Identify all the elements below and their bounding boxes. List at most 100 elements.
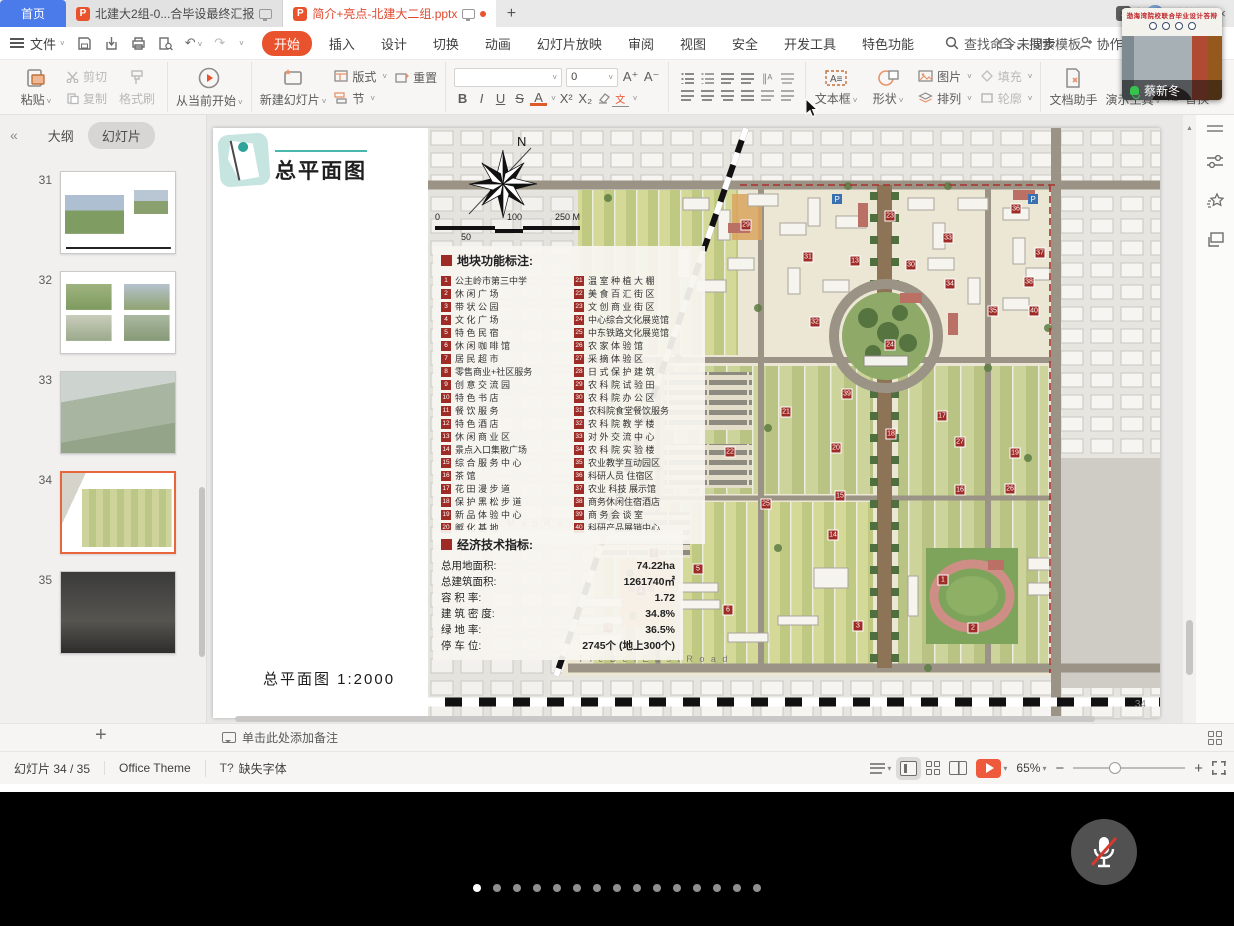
print-preview-icon[interactable] [158, 36, 173, 51]
slide-title[interactable]: 总平面图 [275, 150, 367, 185]
notes-toggle[interactable]: ▾ [870, 763, 891, 774]
tab-outline[interactable]: 大纲 [48, 126, 74, 145]
menu-item[interactable]: 切换 [420, 34, 472, 53]
line-spacing-icon[interactable] [781, 90, 794, 101]
vertical-scrollbar[interactable]: ▲ [1183, 115, 1196, 723]
collapse-panel-icon[interactable]: « [10, 127, 18, 143]
layout-button[interactable]: 版式˅ [334, 68, 387, 85]
menu-item-home[interactable]: 开始 [262, 31, 312, 56]
menu-item[interactable]: 动画 [472, 34, 524, 53]
grid-view-icon[interactable] [1208, 731, 1222, 745]
pagination-dot[interactable] [513, 884, 521, 892]
slide-preview[interactable] [60, 571, 176, 654]
normal-view-button[interactable] [900, 761, 917, 776]
document-tab-2[interactable]: P 简介+亮点-北建大二组.pptx [283, 0, 496, 27]
slideshow-button[interactable]: ▾ [976, 759, 1007, 778]
clear-format-icon[interactable] [596, 92, 610, 105]
text-box-button[interactable]: A≡ 文本框˅ [814, 68, 858, 107]
sync-status[interactable]: 未同步˅ [996, 34, 1067, 53]
menu-item[interactable]: 开发工具 [771, 34, 849, 53]
slide-preview[interactable] [60, 471, 176, 554]
horizontal-scrollbar[interactable] [213, 716, 1183, 723]
slide-preview[interactable] [60, 371, 176, 454]
bold-button[interactable]: B [454, 91, 471, 106]
subscript-button[interactable]: X₂ [577, 91, 594, 106]
shapes-button[interactable]: 形状˅ [866, 68, 910, 107]
undo-icon[interactable]: ↶˅ [185, 35, 203, 51]
properties-sliders-icon[interactable] [1206, 154, 1224, 170]
zoom-slider[interactable] [1073, 767, 1185, 769]
align-right-icon[interactable] [721, 90, 734, 101]
phonetic-guide-button[interactable]: 文 [612, 91, 629, 107]
italic-button[interactable]: I [473, 91, 490, 106]
pagination-dot[interactable] [693, 884, 701, 892]
slide-preview[interactable] [60, 171, 176, 254]
paragraph-settings-icon[interactable] [781, 73, 794, 84]
section-button[interactable]: 节˅ [334, 90, 387, 107]
pagination-dot[interactable] [493, 884, 501, 892]
increase-font-icon[interactable]: A⁺ [622, 69, 639, 85]
hamburger-icon[interactable] [10, 38, 24, 48]
slide-preview[interactable] [60, 271, 176, 354]
text-direction-icon[interactable]: ∥ᴬ [762, 72, 772, 85]
menu-item[interactable]: 设计 [368, 34, 420, 53]
drag-handle-icon[interactable] [1207, 125, 1223, 132]
pagination-dot[interactable] [753, 884, 761, 892]
document-tab-1[interactable]: P 北建大2组-0...合毕设最终汇报 [66, 0, 283, 27]
menu-item[interactable]: 审阅 [615, 34, 667, 53]
pagination-dot[interactable] [593, 884, 601, 892]
doc-assistant-button[interactable]: 文档助手 [1049, 67, 1097, 108]
pagination-dot[interactable] [473, 884, 481, 892]
pagination-dot[interactable] [673, 884, 681, 892]
reset-button[interactable]: 重置 [395, 69, 437, 86]
mute-mic-overlay[interactable] [1071, 819, 1137, 885]
numbered-list-icon[interactable] [701, 73, 714, 84]
fit-slide-button[interactable] [1212, 761, 1226, 775]
zoom-out-button[interactable]: − [1055, 760, 1064, 777]
distribute-icon[interactable] [761, 90, 774, 101]
switch-windows-icon[interactable] [1206, 232, 1224, 248]
export-icon[interactable] [104, 36, 119, 51]
notes-placeholder[interactable]: 单击此处添加备注 [222, 729, 338, 746]
scroll-up-icon[interactable]: ▲ [1186, 125, 1193, 132]
align-center-icon[interactable] [701, 90, 714, 101]
zoom-slider-handle[interactable] [1109, 762, 1121, 774]
slide-thumbnail[interactable]: 32 [0, 271, 206, 354]
reading-view-button[interactable] [949, 761, 967, 775]
slide-thumbnail[interactable]: 33 [0, 371, 206, 454]
menu-item[interactable]: 插入 [316, 34, 368, 53]
pagination-dot[interactable] [713, 884, 721, 892]
slide-thumbnail[interactable]: 31 [0, 171, 206, 254]
fill-button[interactable]: 填充˅ [980, 68, 1033, 85]
print-icon[interactable] [131, 36, 146, 51]
strikethrough-button[interactable]: S [511, 91, 528, 106]
cut-button[interactable]: 剪切 [66, 68, 107, 85]
font-size-select[interactable]: 0˅ [566, 68, 618, 87]
menu-item[interactable]: 特色功能 [849, 34, 927, 53]
pagination-dot[interactable] [613, 884, 621, 892]
font-family-select[interactable]: ˅ [454, 68, 562, 87]
arrange-button[interactable]: 排列˅ [918, 90, 972, 107]
increase-indent-icon[interactable] [741, 73, 754, 84]
add-slide-button[interactable]: + [95, 724, 107, 747]
theme-name[interactable]: Office Theme [104, 761, 205, 775]
pagination-dot[interactable] [553, 884, 561, 892]
video-call-overlay[interactable]: 渤海湾院校联合毕业设计答辩 蔡新冬 [1122, 8, 1222, 100]
pagination-dot[interactable] [653, 884, 661, 892]
effects-star-icon[interactable] [1206, 192, 1224, 210]
pagination-dot[interactable] [733, 884, 741, 892]
pagination-dot[interactable] [533, 884, 541, 892]
superscript-button[interactable]: X² [558, 91, 575, 106]
zoom-in-button[interactable]: + [1194, 760, 1203, 777]
menu-item[interactable]: 视图 [667, 34, 719, 53]
paste-button[interactable]: 粘贴˅ [14, 67, 58, 108]
new-tab-button[interactable]: + [496, 0, 526, 27]
new-slide-button[interactable]: 新建幻灯片˅ [260, 67, 327, 108]
decrease-font-icon[interactable]: A⁻ [643, 69, 660, 85]
slide-thumbnail[interactable]: 34 [0, 471, 206, 554]
bullet-list-icon[interactable] [681, 73, 694, 84]
play-from-current-button[interactable]: 从当前开始˅ [176, 66, 243, 109]
menu-item[interactable]: 幻灯片放映 [524, 34, 615, 53]
sidebar-scrollbar[interactable] [199, 487, 205, 657]
missing-font-warning[interactable]: T? 缺失字体 [205, 760, 301, 777]
